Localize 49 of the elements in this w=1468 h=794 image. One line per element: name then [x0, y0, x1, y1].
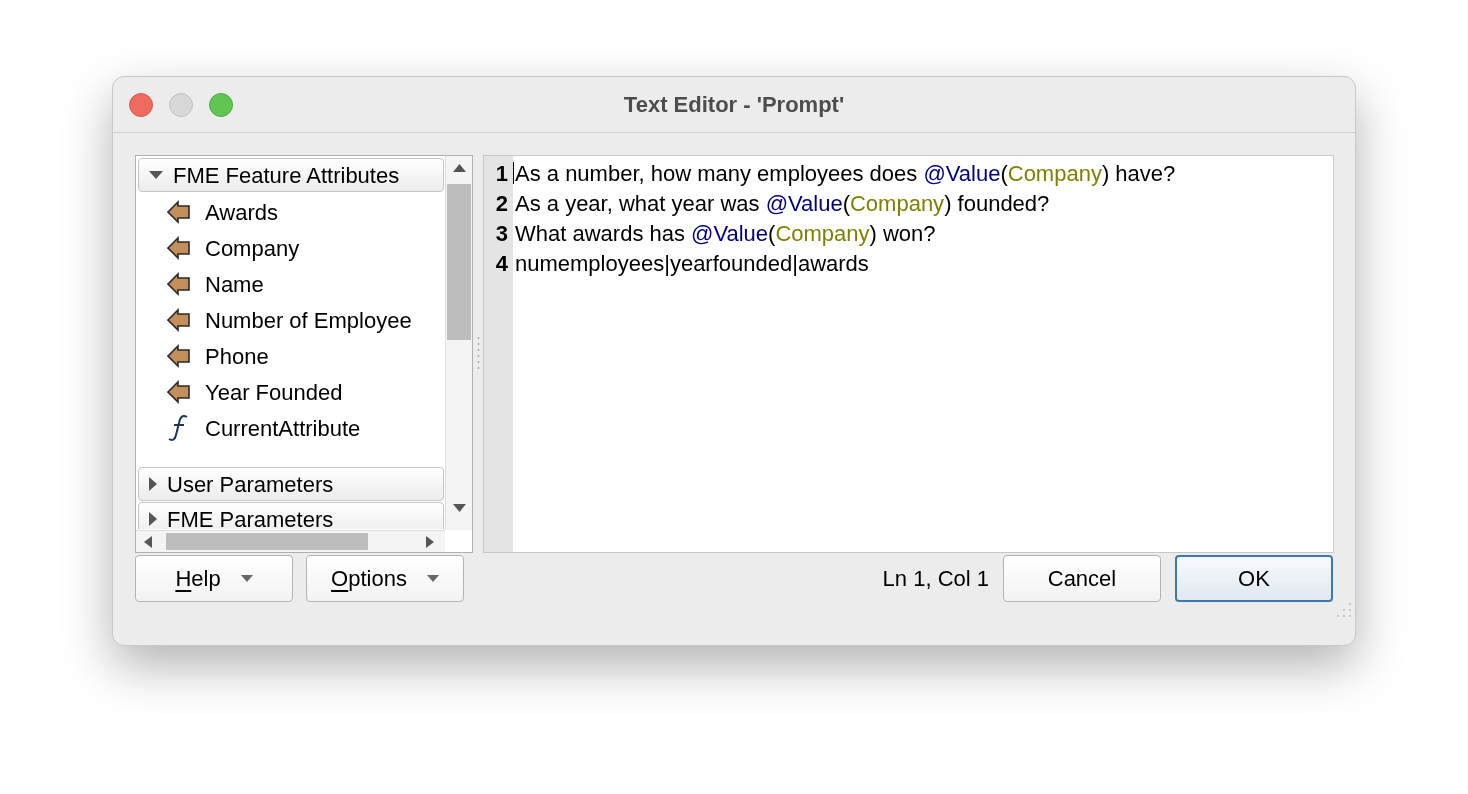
code-line: numemployees|yearfounded|awards [514, 249, 869, 278]
text-cursor [513, 162, 514, 184]
scroll-left-icon[interactable] [144, 536, 152, 548]
menu-button[interactable]: Help [135, 554, 293, 602]
zoom-button[interactable] [209, 93, 233, 117]
left-arrow-icon [167, 236, 191, 260]
tree-item[interactable]: CurrentAttribute [137, 410, 445, 446]
splitter-handle[interactable] [476, 336, 480, 372]
caret-icon [240, 574, 253, 582]
left-arrow-icon [167, 308, 191, 332]
scroll-right-icon[interactable] [426, 536, 434, 548]
horizontal-scrollbar[interactable] [136, 530, 445, 552]
left-arrow-icon [167, 380, 191, 404]
line-number: 3 [494, 219, 509, 248]
cancel-button[interactable]: Cancel [1003, 554, 1161, 602]
line-number: 2 [494, 189, 509, 218]
section-header[interactable]: FME Parameters [138, 502, 444, 529]
tree-item[interactable]: Name [137, 266, 445, 302]
tree-item[interactable]: Company [137, 230, 445, 266]
line-number: 1 [494, 159, 509, 188]
expand-icon [149, 512, 157, 526]
expand-icon [149, 477, 157, 491]
left-arrow-icon [167, 344, 191, 368]
code-line: As a number, how many employees does @Value(Company) have? [514, 159, 1176, 188]
tree-item[interactable]: Number of Employee [137, 302, 445, 338]
code-line: What awards has @Value(Company) won? [514, 219, 936, 248]
scroll-thumb[interactable] [166, 533, 368, 550]
collapse-icon [149, 171, 163, 179]
close-button[interactable] [129, 93, 153, 117]
section-header[interactable]: FME Feature Attributes [138, 158, 444, 192]
text-editor[interactable]: 1 As a number, how many employees does @Value(Company) have? 2 As a year, what year was @Value(Company) founded? 3 What awards has @Value(Company) won? 4 numemployees|yearfounded|awards [483, 155, 1334, 553]
tree-item[interactable]: Year Founded [137, 374, 445, 410]
caret-icon [426, 574, 439, 582]
ok-button[interactable]: OK [1175, 554, 1333, 602]
tree-item[interactable]: Awards [137, 194, 445, 230]
left-arrow-icon [167, 200, 191, 224]
vertical-scrollbar[interactable] [445, 156, 472, 530]
left-arrow-icon [167, 272, 191, 296]
tree-item[interactable]: Phone [137, 338, 445, 374]
scroll-thumb[interactable] [447, 184, 471, 340]
line-number: 4 [494, 249, 509, 278]
section-header[interactable]: User Parameters [138, 467, 444, 501]
menu-button[interactable]: Options [306, 554, 464, 602]
scroll-up-icon[interactable] [453, 164, 466, 172]
scroll-down-icon[interactable] [453, 504, 466, 512]
minimize-button[interactable] [169, 93, 193, 117]
cursor-position: Ln 1, Col 1 [882, 564, 989, 593]
window-title: Text Editor - 'Prompt' [623, 91, 845, 119]
code-line: As a year, what year was @Value(Company) founded? [514, 189, 1050, 218]
